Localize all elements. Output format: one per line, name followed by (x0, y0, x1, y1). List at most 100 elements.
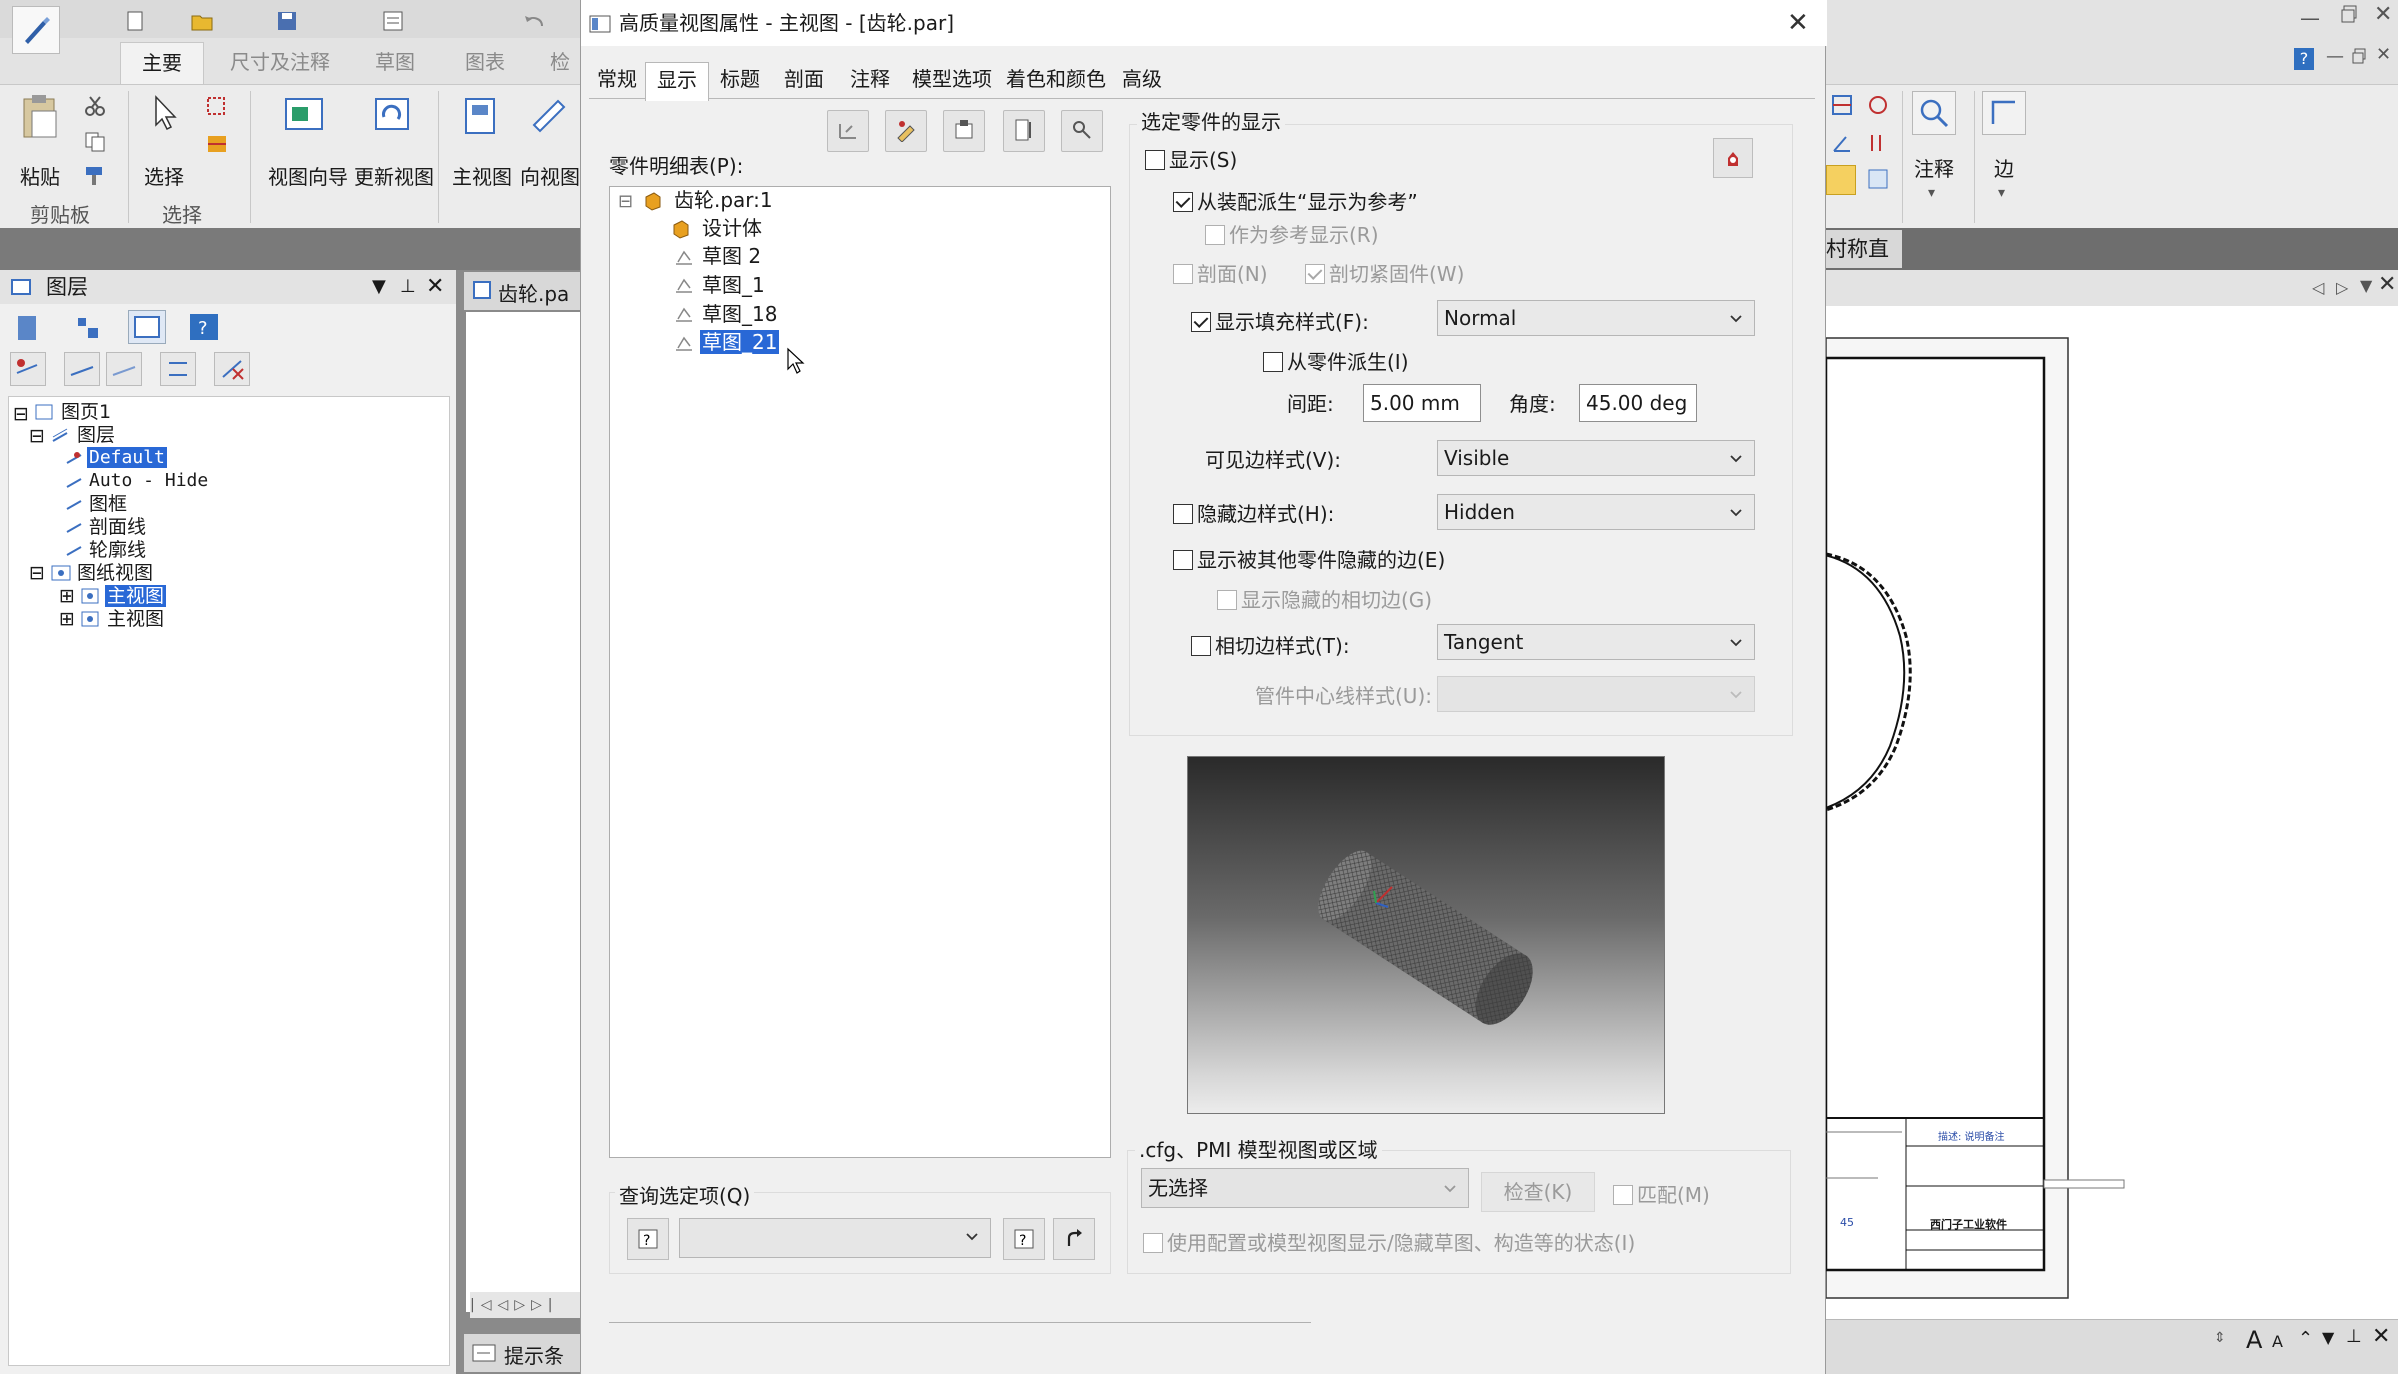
dialog-close-icon[interactable]: ✕ (1787, 0, 1809, 46)
ribbon-tab-home[interactable]: 主要 (120, 42, 204, 85)
update-view-button[interactable]: 更新视图 (354, 161, 434, 190)
layers-sort-icon[interactable] (74, 314, 102, 342)
view-wizard-icon[interactable] (282, 95, 326, 135)
tree-layer-outline[interactable]: 轮廓线 (89, 539, 146, 561)
select-tool-icon[interactable] (205, 95, 229, 119)
ribbon-restore-icon[interactable] (2352, 48, 2368, 64)
tree-layers-group[interactable]: 图层 (77, 424, 115, 446)
color-picker-button[interactable] (1713, 138, 1753, 178)
layers-mode-icon[interactable] (128, 310, 166, 344)
prompt-tab-label[interactable]: 提示条 (504, 1340, 564, 1369)
chevron-down-icon[interactable]: ▾ (1928, 185, 1935, 201)
tab-model-options[interactable]: 模型选项 (907, 62, 997, 98)
tree-sketch-2[interactable]: 草图 2 (702, 245, 761, 267)
section-checkbox[interactable] (1173, 264, 1193, 284)
tree-root-part[interactable]: 齿轮.par:1 (674, 189, 773, 211)
cut-fasteners-checkbox[interactable] (1305, 264, 1325, 284)
minimize-icon[interactable]: — (2300, 6, 2320, 30)
visible-edge-dropdown[interactable]: Visible (1437, 440, 1755, 476)
new-layer-icon[interactable] (10, 352, 46, 386)
doc-canvas[interactable] (466, 312, 580, 1312)
tree-find-button[interactable] (1061, 110, 1103, 152)
app-logo-icon[interactable] (12, 6, 60, 54)
tree-layer-auto-hide[interactable]: Auto - Hide (89, 470, 208, 492)
query-help-button[interactable]: ? (627, 1218, 669, 1260)
tree-layer-hatch[interactable]: 剖面线 (89, 516, 146, 538)
tab-annotation[interactable]: 注释 (843, 62, 897, 98)
close-prompt-icon[interactable]: ✕ (2372, 1324, 2390, 1349)
tab-general[interactable]: 常规 (591, 62, 643, 98)
show-hidden-tangent-checkbox[interactable] (1217, 590, 1237, 610)
right-panel-tab[interactable]: 村称直径 (1826, 230, 1902, 299)
angle-field[interactable]: 45.00 deg (1579, 384, 1697, 422)
symmetric-dim-icon[interactable] (1826, 165, 1856, 195)
derive-from-part-checkbox[interactable] (1263, 352, 1283, 372)
tree-edit-button[interactable] (885, 110, 927, 152)
tree-filter-button[interactable] (827, 110, 869, 152)
tab-display[interactable]: 显示 (645, 62, 709, 101)
model-preview[interactable] (1187, 756, 1665, 1114)
edge-button[interactable]: 边 (1994, 153, 2014, 182)
layers-view-icon[interactable] (14, 314, 42, 342)
panel-pin-icon[interactable]: ⊥ (400, 270, 416, 304)
tree-layer-frame[interactable]: 图框 (89, 493, 127, 515)
tree-expander-icon[interactable]: ⊟ (13, 403, 29, 425)
parts-tree[interactable]: ⊟ 齿轮.par:1 设计体 草图 2 草图_1 草图_18 草图_21 (609, 186, 1111, 1158)
annotate-button[interactable]: 注释 (1914, 153, 1954, 182)
doc-tab-label[interactable]: 齿轮.pa (498, 278, 569, 307)
edge-icon[interactable] (1982, 91, 2026, 135)
main-view-icon[interactable] (462, 95, 498, 137)
tab-title[interactable]: 标题 (713, 62, 767, 98)
tree-sketch-21-selected[interactable]: 草图_21 (698, 329, 781, 355)
nav-next-icon[interactable]: ▷ (2336, 278, 2348, 297)
smart-dim-icon[interactable] (1866, 93, 1890, 117)
spacing-field[interactable]: 5.00 mm (1363, 384, 1481, 422)
cut-icon[interactable] (84, 95, 106, 117)
tree-layer-default[interactable]: Default (87, 447, 167, 468)
tube-centerline-dropdown[interactable] (1437, 676, 1755, 712)
layers-tree[interactable]: ⊟ 图页1 ⊟ 图层 Default Auto - Hide 图框 剖面线 轮廓… (8, 396, 450, 1366)
hidden-edge-dropdown[interactable]: Hidden (1437, 494, 1755, 530)
spin-icon[interactable]: ⇕ (2214, 1330, 2226, 1346)
cfg-select-dropdown[interactable]: 无选择 (1141, 1168, 1469, 1208)
paste-icon[interactable] (18, 93, 62, 141)
tree-design-body[interactable]: 设计体 (702, 217, 762, 239)
tab-section[interactable]: 剖面 (777, 62, 831, 98)
tab-advanced[interactable]: 高级 (1115, 62, 1169, 98)
properties-icon[interactable] (382, 10, 404, 32)
undo-icon[interactable] (522, 10, 546, 32)
paste-button[interactable]: 粘贴 (20, 161, 60, 190)
hide-layer-icon[interactable] (106, 352, 142, 386)
aux-view-button[interactable]: 向视图 (520, 161, 580, 190)
doc-tab[interactable]: 齿轮.pa (464, 272, 580, 310)
open-icon[interactable] (190, 10, 214, 32)
derive-ref-checkbox[interactable] (1173, 192, 1193, 212)
tree-list-button[interactable] (1003, 110, 1045, 152)
query-refresh-button[interactable] (1053, 1218, 1095, 1260)
dimension-tool-icon[interactable] (1830, 93, 1854, 117)
pin-icon[interactable]: ⊥ (2346, 1326, 2362, 1347)
chevron-down-icon[interactable]: ▾ (1998, 185, 2005, 201)
query-run-button[interactable]: ? (1003, 1218, 1045, 1260)
font-small-icon[interactable]: A (2272, 1332, 2283, 1351)
tree-view-main-2[interactable]: 主视图 (107, 608, 164, 630)
sheet-nav-buttons[interactable]: |◁◁▷▷| (470, 1292, 580, 1318)
select-button[interactable]: 选择 (144, 161, 184, 190)
tree-expander-icon[interactable]: ⊟ (618, 191, 633, 213)
ribbon-tab-chart[interactable]: 图表 (450, 42, 520, 84)
query-dropdown[interactable] (679, 1218, 991, 1258)
drawing-canvas[interactable]: 描述: 说明备注 西门子工业软件 45 (1826, 306, 2398, 1319)
tree-sheet[interactable]: 图页1 (61, 401, 111, 423)
new-file-icon[interactable] (125, 10, 145, 32)
tree-expander-icon[interactable]: ⊟ (29, 562, 45, 584)
collapse-up-icon[interactable]: ⌃ (2298, 1328, 2313, 1349)
tree-expander-icon[interactable]: ⊞ (59, 585, 75, 607)
check-button[interactable]: 检查(K) (1481, 1172, 1595, 1212)
main-view-button[interactable]: 主视图 (452, 161, 512, 190)
use-config-checkbox[interactable] (1143, 1233, 1163, 1253)
aux-view-icon[interactable] (528, 95, 568, 135)
delete-layer-icon[interactable] (214, 352, 250, 386)
close-doc-icon[interactable]: ✕ (2378, 272, 2396, 297)
annotate-icon[interactable] (1912, 91, 1956, 135)
panel-close-icon[interactable]: ✕ (426, 270, 444, 304)
